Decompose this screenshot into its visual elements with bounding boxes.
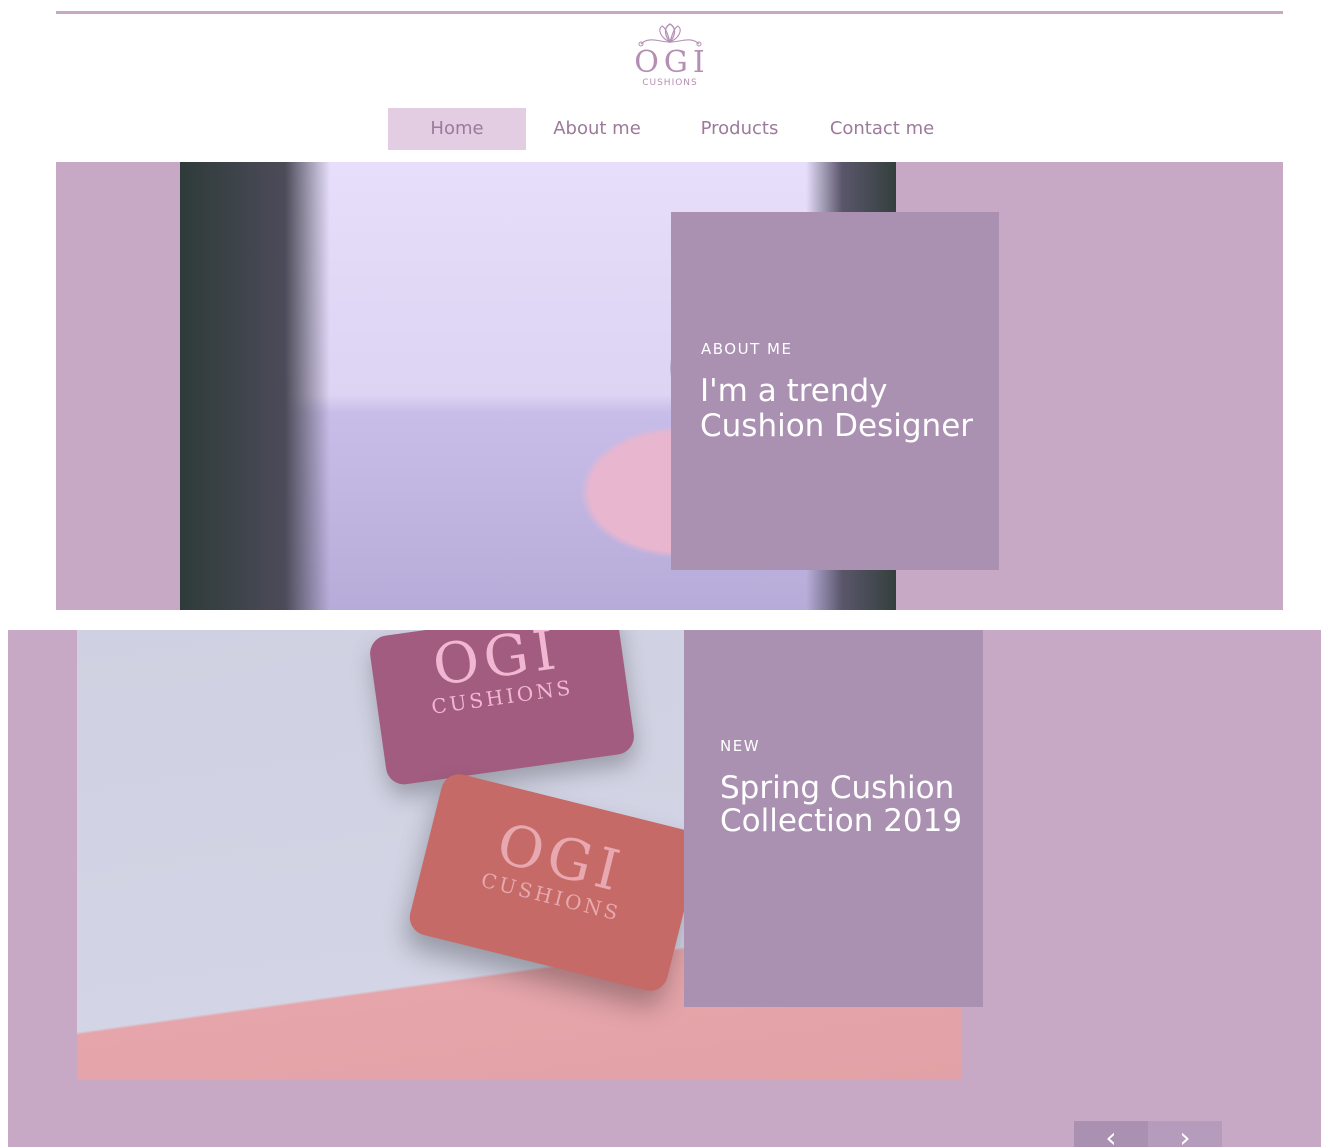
chevron-left-icon[interactable]: ‹ [1074, 1121, 1148, 1147]
cushion-bottom: OGI CUSHIONS [405, 770, 704, 995]
collection-headline: Spring Cushion Collection 2019 [720, 772, 962, 838]
about-card: ABOUT ME I'm a trendy Cushion Designer [671, 212, 999, 570]
collection-headline-line2: Collection 2019 [720, 803, 963, 839]
top-divider [56, 11, 1283, 14]
brand-logo[interactable]: OGI CUSHIONS [620, 20, 720, 100]
about-eyebrow: ABOUT ME [701, 340, 793, 358]
slider-controls: ‹ › [1074, 1121, 1222, 1147]
collection-card: NEW Spring Cushion Collection 2019 [684, 630, 983, 1007]
nav-products[interactable]: Products [668, 108, 811, 150]
cushion-top: OGI CUSHIONS [367, 630, 637, 787]
about-headline-line1: I'm a trendy [700, 373, 888, 409]
main-nav: Home About me Products Contact me [388, 108, 953, 150]
about-headline-line2: Cushion Designer [700, 408, 974, 444]
hero-about: ABOUT ME I'm a trendy Cushion Designer [56, 162, 1283, 610]
hero-collection: OGI CUSHIONS OGI CUSHIONS NEW Spring Cus… [8, 630, 1321, 1147]
brand-name: OGI [634, 45, 710, 80]
nav-home[interactable]: Home [388, 108, 526, 150]
nav-contact-me[interactable]: Contact me [811, 108, 953, 150]
collection-headline-line1: Spring Cushion [720, 770, 955, 806]
about-headline: I'm a trendy Cushion Designer [700, 374, 973, 444]
collection-eyebrow: NEW [720, 737, 761, 755]
nav-about-me[interactable]: About me [526, 108, 668, 150]
chevron-right-icon[interactable]: › [1148, 1121, 1222, 1147]
